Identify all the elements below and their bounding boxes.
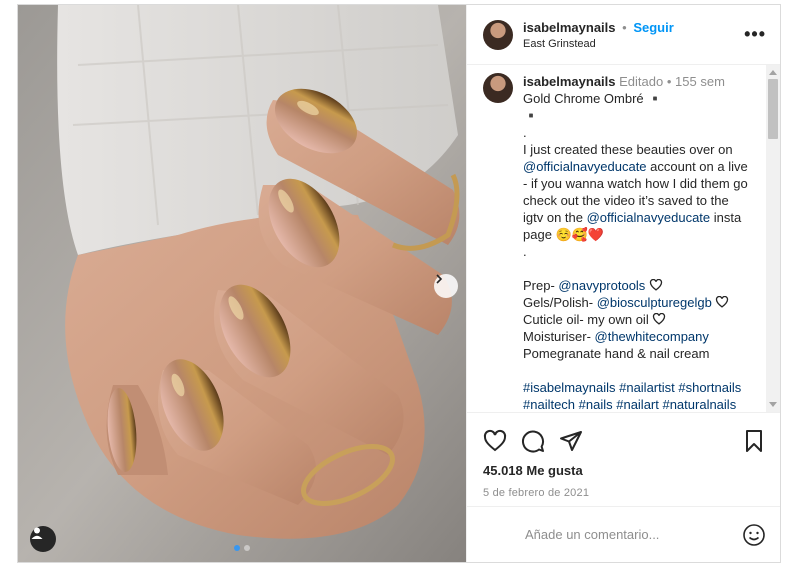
caption-text-part: account on a live [646,159,748,174]
caption-line [523,362,760,379]
share-icon[interactable] [559,429,583,453]
separator: • [622,19,627,35]
hashtag-links[interactable]: #nailtech #nails #nailart #naturalnails [523,397,736,412]
post-header: isabelmaynails • Seguir East Grinstead •… [467,5,780,65]
carousel-next-button[interactable] [434,274,458,298]
username-link[interactable]: isabelmaynails [523,20,616,35]
caption-line: page ☺️🥰❤️ [523,227,605,242]
caption-line: Gold Chrome Ombré ▪️ [523,91,664,106]
scroll-thumb[interactable] [768,79,778,139]
caption: isabelmaynails Editado • 155 sem Gold Ch… [467,65,780,412]
caption-line: Pomegranate hand & nail cream [523,346,710,361]
carousel-indicator [234,545,250,551]
caption-text-part: Cuticle oil- my own oil [523,312,649,327]
caption-line: #nailtech #nails #nailart #naturalnails [523,396,760,412]
caption-line: - if you wanna watch how I did them go [523,176,748,191]
caption-line: igtv on the @officialnavyeducate insta [523,209,760,226]
mention-link[interactable]: @biosculpturegelgb [597,295,712,310]
instagram-post: isabelmaynails • Seguir East Grinstead •… [17,4,781,563]
caption-line: check out the video it’s saved to the [523,193,729,208]
mention-link[interactable]: @thewhitecompany [595,329,709,344]
caption-line: Moisturiser- @thewhitecompany [523,328,760,345]
caption-text-part: Prep- [523,278,559,293]
post-date[interactable]: 5 de febrero de 2021 [467,478,780,499]
comment-input[interactable] [525,527,742,542]
mention-link[interactable]: @officialnavyeducate [587,210,711,225]
caption-header: isabelmaynails Editado • 155 sem [523,73,760,90]
caption-username[interactable]: isabelmaynails [523,74,616,89]
post-side-panel: isabelmaynails • Seguir East Grinstead •… [466,5,780,562]
caption-line: @officialnavyeducate account on a live [523,158,760,175]
emoji-icon[interactable] [742,523,766,547]
caption-avatar[interactable] [483,73,513,103]
scrollbar[interactable] [766,65,780,412]
bookmark-icon[interactable] [742,429,766,453]
mention-link[interactable]: @navyprotools [558,278,645,293]
action-bar [467,413,780,457]
comment-box [467,506,780,562]
comments-area[interactable]: isabelmaynails Editado • 155 sem Gold Ch… [467,65,780,413]
scroll-up-arrow[interactable] [769,70,777,75]
avatar[interactable] [483,19,513,50]
caption-text-part: igtv on the [523,210,587,225]
mention-link[interactable]: @officialnavyeducate [523,159,647,174]
caption-text: Gold Chrome Ombré ▪️ ▪️. I just created th… [523,90,760,412]
user-tags-button[interactable] [30,526,56,552]
scroll-down-arrow[interactable] [769,402,777,407]
caption-line: #isabelmaynails #nailartist #shortnails [523,379,760,396]
caption-line: Gels/Polish- @biosculpturegelgb [523,294,760,311]
carousel-dot-active [234,545,240,551]
location-link[interactable]: East Grinstead [523,38,744,50]
heart-outline-icon [649,312,667,327]
heart-outline-icon [645,278,663,293]
edited-label: Editado [619,74,664,89]
heart-icon[interactable] [483,429,507,453]
likes-count[interactable]: 45.018 Me gusta [467,457,780,478]
caption-text-part: Moisturiser- [523,329,595,344]
caption-line: . [523,125,527,140]
more-options-icon[interactable]: ••• [744,24,766,45]
carousel-dot [244,545,250,551]
caption-line [523,260,760,277]
caption-line: ▪️ [523,108,540,123]
caption-line: Prep- @navyprotools [523,277,760,294]
caption-dot: • [666,74,672,89]
comment-icon[interactable] [521,429,545,453]
header-text: isabelmaynails • Seguir East Grinstead [523,20,744,50]
heart-outline-icon [712,295,730,310]
hashtag-links[interactable]: #isabelmaynails #nailartist #shortnails [523,380,741,395]
caption-body: isabelmaynails Editado • 155 sem Gold Ch… [523,73,760,412]
caption-line: . [523,244,527,259]
caption-text-part: Gels/Polish- [523,295,597,310]
caption-text-part: insta [710,210,742,225]
post-image[interactable] [18,5,466,562]
post-age[interactable]: 155 sem [675,74,725,89]
caption-line: Cuticle oil- my own oil [523,311,760,328]
nail-photo [18,5,466,562]
caption-line: I just created these beauties over on [523,142,733,157]
follow-button[interactable]: Seguir [633,20,673,35]
